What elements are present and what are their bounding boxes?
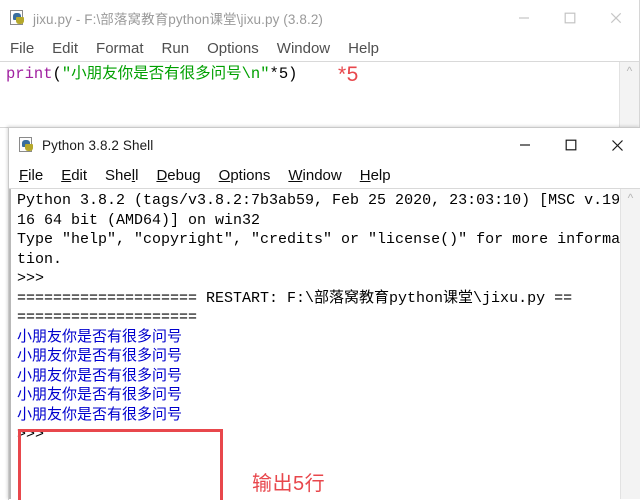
editor-menubar: File Edit Format Run Options Window Help	[0, 35, 639, 61]
menu-file[interactable]: File	[19, 167, 43, 184]
editor-window-controls	[501, 0, 639, 35]
menu-edit[interactable]: Edit	[61, 167, 87, 184]
menu-window[interactable]: Window	[277, 40, 330, 57]
python-file-icon	[19, 137, 35, 153]
shell-window-controls	[502, 128, 640, 162]
shell-restart-line: ==================== RESTART: F:\部落窝教育py…	[17, 289, 573, 327]
chevron-up-icon[interactable]: ^	[621, 192, 640, 204]
menu-format[interactable]: Format	[96, 40, 144, 57]
menu-help[interactable]: Help	[348, 40, 379, 57]
shell-prompt-2: >>>	[17, 426, 54, 443]
python-file-icon	[10, 9, 26, 26]
menu-options[interactable]: Options	[219, 167, 271, 184]
menu-shell[interactable]: Shell	[105, 167, 138, 184]
screen: jixu.py - F:\部落窝教育python课堂\jixu.py (3.8.…	[0, 0, 640, 500]
code-line: print("小朋友你是否有很多问号\n"*5)	[6, 65, 297, 84]
code-token-function: print	[6, 65, 53, 83]
editor-window[interactable]: jixu.py - F:\部落窝教育python课堂\jixu.py (3.8.…	[0, 0, 640, 128]
maximize-button[interactable]	[547, 0, 593, 35]
shell-banner: Python 3.8.2 (tags/v3.8.2:7b3ab59, Feb 2…	[17, 192, 621, 268]
shell-menubar: File Edit Shell Debug Options Window Hel…	[9, 162, 640, 188]
shell-program-output: 小朋友你是否有很多问号 小朋友你是否有很多问号 小朋友你是否有很多问号 小朋友你…	[17, 328, 183, 424]
close-button[interactable]	[594, 128, 640, 163]
editor-text-area[interactable]: print("小朋友你是否有很多问号\n"*5) ^	[0, 61, 639, 127]
menu-edit[interactable]: Edit	[52, 40, 78, 57]
menu-run[interactable]: Run	[162, 40, 190, 57]
shell-text-area[interactable]: Python 3.8.2 (tags/v3.8.2:7b3ab59, Feb 2…	[9, 188, 640, 499]
editor-window-title: jixu.py - F:\部落窝教育python课堂\jixu.py (3.8.…	[33, 11, 324, 27]
menu-options[interactable]: Options	[207, 40, 259, 57]
maximize-button[interactable]	[548, 128, 594, 163]
minimize-button[interactable]	[502, 128, 548, 163]
annotation-star-five: *5	[338, 63, 359, 86]
shell-window[interactable]: Python 3.8.2 Shell File Edit Shell Debug…	[8, 127, 640, 500]
close-button[interactable]	[593, 0, 639, 35]
code-token-string: "小朋友你是否有很多问号\n"	[61, 65, 270, 83]
shell-window-title: Python 3.8.2 Shell	[42, 137, 154, 153]
shell-left-gutter	[9, 189, 11, 499]
shell-prompt-1: >>>	[17, 270, 54, 287]
chevron-up-icon[interactable]: ^	[620, 65, 639, 77]
menu-debug[interactable]: Debug	[156, 167, 200, 184]
code-token-rest: *5)	[269, 65, 298, 83]
menu-file[interactable]: File	[10, 40, 34, 57]
editor-vertical-scrollbar[interactable]: ^	[619, 62, 639, 127]
annotation-output-five-lines: 输出5行	[252, 473, 326, 495]
shell-titlebar[interactable]: Python 3.8.2 Shell	[9, 128, 640, 162]
menu-help[interactable]: Help	[360, 167, 391, 184]
menu-window[interactable]: Window	[288, 167, 341, 184]
code-token-open-paren: (	[52, 65, 62, 83]
shell-vertical-scrollbar[interactable]: ^	[620, 189, 640, 499]
shell-output: Python 3.8.2 (tags/v3.8.2:7b3ab59, Feb 2…	[17, 191, 620, 445]
editor-titlebar[interactable]: jixu.py - F:\部落窝教育python课堂\jixu.py (3.8.…	[0, 0, 639, 35]
minimize-button[interactable]	[501, 0, 547, 35]
